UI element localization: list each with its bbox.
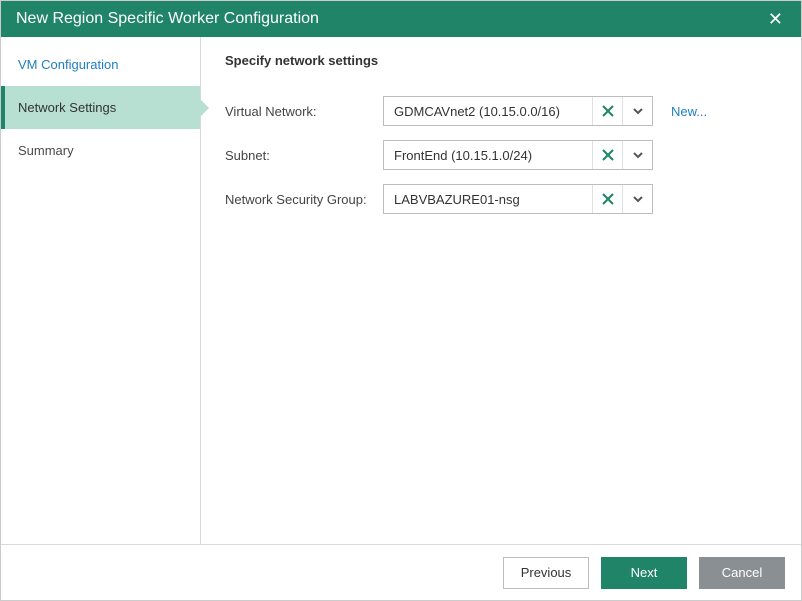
- sidebar-item-label: VM Configuration: [18, 57, 118, 72]
- content-panel: Specify network settings Virtual Network…: [201, 37, 801, 544]
- next-button[interactable]: Next: [601, 557, 687, 589]
- new-virtual-network-link[interactable]: New...: [671, 104, 707, 119]
- row-nsg: Network Security Group: LABVBAZURE01-nsg: [225, 184, 781, 214]
- combo-subnet-value: FrontEnd (10.15.1.0/24): [384, 141, 592, 169]
- sidebar-item-vm-configuration[interactable]: VM Configuration: [1, 43, 200, 86]
- sidebar-item-label: Summary: [18, 143, 74, 158]
- row-virtual-network: Virtual Network: GDMCAVnet2 (10.15.0.0/1…: [225, 96, 781, 126]
- page-heading: Specify network settings: [225, 53, 781, 68]
- body-area: VM Configuration Network Settings Summar…: [1, 37, 801, 544]
- combo-nsg[interactable]: LABVBAZURE01-nsg: [383, 184, 653, 214]
- combo-virtual-network[interactable]: GDMCAVnet2 (10.15.0.0/16): [383, 96, 653, 126]
- sidebar-item-summary[interactable]: Summary: [1, 129, 200, 172]
- label-subnet: Subnet:: [225, 148, 383, 163]
- footer: Previous Next Cancel: [1, 544, 801, 600]
- window-title: New Region Specific Worker Configuration: [16, 10, 319, 28]
- sidebar: VM Configuration Network Settings Summar…: [1, 37, 201, 544]
- row-subnet: Subnet: FrontEnd (10.15.1.0/24): [225, 140, 781, 170]
- clear-icon[interactable]: [592, 141, 622, 169]
- cancel-button[interactable]: Cancel: [699, 557, 785, 589]
- titlebar: New Region Specific Worker Configuration…: [1, 1, 801, 37]
- clear-icon[interactable]: [592, 185, 622, 213]
- chevron-down-icon[interactable]: [622, 141, 652, 169]
- chevron-down-icon[interactable]: [622, 97, 652, 125]
- close-icon[interactable]: ✕: [762, 6, 789, 32]
- combo-nsg-value: LABVBAZURE01-nsg: [384, 185, 592, 213]
- label-nsg: Network Security Group:: [225, 192, 383, 207]
- previous-button[interactable]: Previous: [503, 557, 589, 589]
- combo-virtual-network-value: GDMCAVnet2 (10.15.0.0/16): [384, 97, 592, 125]
- combo-subnet[interactable]: FrontEnd (10.15.1.0/24): [383, 140, 653, 170]
- sidebar-item-network-settings[interactable]: Network Settings: [1, 86, 200, 129]
- label-virtual-network: Virtual Network:: [225, 104, 383, 119]
- chevron-down-icon[interactable]: [622, 185, 652, 213]
- sidebar-item-label: Network Settings: [18, 100, 116, 115]
- clear-icon[interactable]: [592, 97, 622, 125]
